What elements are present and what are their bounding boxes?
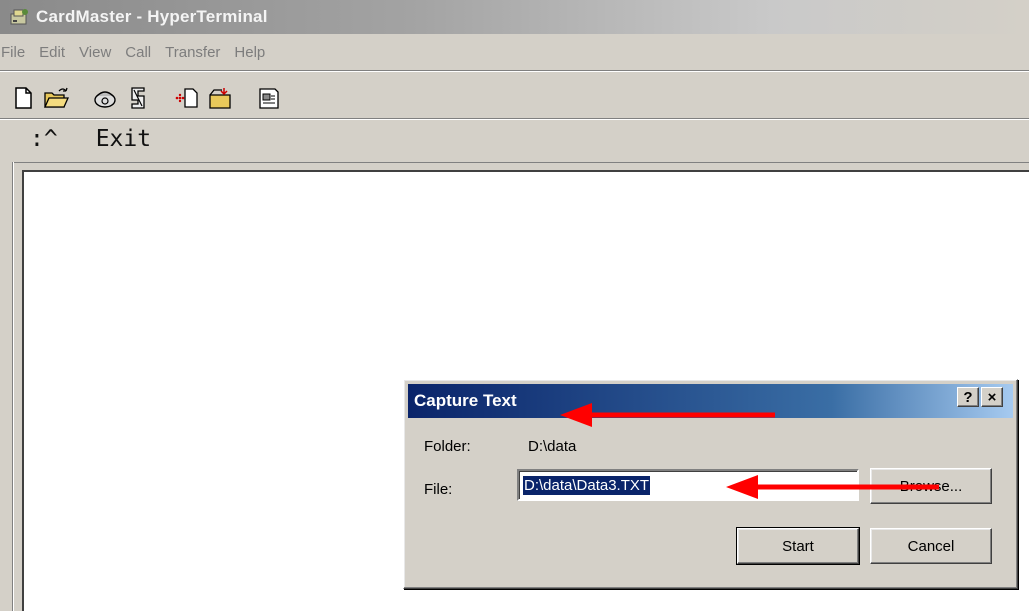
toolbar-separator bbox=[0, 118, 1029, 120]
toolbar-group-call bbox=[90, 83, 156, 113]
new-connection-icon bbox=[15, 87, 32, 109]
window-title: CardMaster - HyperTerminal bbox=[36, 7, 268, 26]
open-button[interactable] bbox=[41, 83, 71, 113]
menu-bar: File Edit View Call Transfer Help bbox=[0, 38, 278, 66]
terminal-status-line: :^ Exit bbox=[30, 122, 151, 156]
help-button[interactable]: ? bbox=[957, 387, 979, 407]
terminal-exit-text: Exit bbox=[95, 126, 152, 152]
hyperterminal-app-icon bbox=[10, 9, 28, 25]
disconnect-icon bbox=[131, 87, 145, 109]
menu-edit[interactable]: Edit bbox=[38, 44, 66, 61]
annotation-arrow-file bbox=[726, 475, 939, 499]
connect-icon bbox=[94, 91, 116, 108]
menu-call[interactable]: Call bbox=[124, 44, 152, 61]
properties-icon bbox=[259, 88, 279, 109]
properties-button[interactable] bbox=[254, 83, 284, 113]
start-button[interactable]: Start bbox=[736, 527, 860, 565]
send-button[interactable] bbox=[172, 83, 202, 113]
title-bar: CardMaster - HyperTerminal bbox=[0, 0, 1029, 34]
receive-icon bbox=[209, 88, 231, 109]
folder-label: Folder: bbox=[424, 438, 471, 455]
new-connection-button[interactable] bbox=[8, 83, 38, 113]
terminal-frame-left bbox=[12, 162, 14, 611]
menu-help[interactable]: Help bbox=[233, 44, 266, 61]
close-button[interactable]: × bbox=[981, 387, 1003, 407]
toolbar-group-file bbox=[8, 83, 74, 113]
disconnect-button[interactable] bbox=[123, 83, 153, 113]
file-input-value: D:\data\Data3.TXT bbox=[521, 474, 652, 496]
menu-file[interactable]: File bbox=[0, 44, 26, 61]
menu-transfer[interactable]: Transfer bbox=[164, 44, 221, 61]
cancel-button[interactable]: Cancel bbox=[870, 528, 992, 564]
open-icon bbox=[43, 87, 70, 108]
send-icon bbox=[175, 88, 198, 108]
menu-separator bbox=[0, 70, 1029, 72]
terminal-cursor-glyph: :^ bbox=[30, 126, 58, 152]
connect-button[interactable] bbox=[90, 83, 120, 113]
toolbar-group-transfer bbox=[172, 83, 238, 113]
dialog-title: Capture Text bbox=[414, 391, 517, 410]
folder-value: D:\data bbox=[528, 438, 577, 455]
menu-view[interactable]: View bbox=[78, 44, 112, 61]
receive-button[interactable] bbox=[205, 83, 235, 113]
toolbar-group-properties bbox=[254, 83, 287, 113]
terminal-frame-top bbox=[12, 162, 1029, 163]
annotation-arrow-title bbox=[560, 403, 775, 427]
file-label: File: bbox=[424, 481, 453, 498]
toolbar bbox=[8, 80, 303, 116]
